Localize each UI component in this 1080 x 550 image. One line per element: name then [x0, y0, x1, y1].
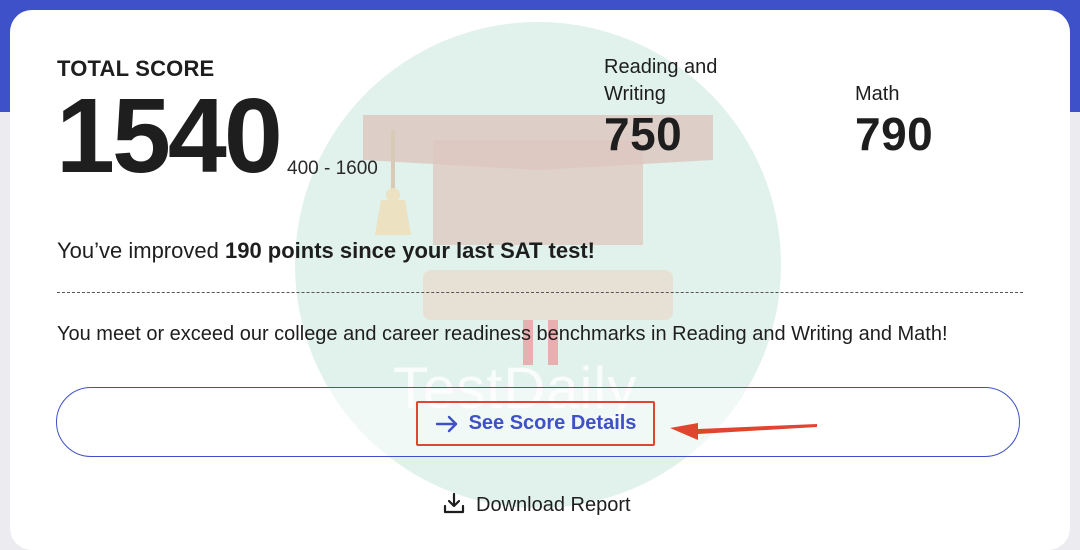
arrow-right-icon — [435, 415, 459, 433]
see-score-details-link[interactable]: See Score Details — [416, 401, 655, 446]
download-icon — [442, 492, 466, 519]
see-score-details-label: See Score Details — [468, 412, 637, 434]
improvement-prefix: You’ve improved — [57, 238, 225, 263]
section-label: Math — [855, 83, 900, 105]
score-card: TestDaily TOTAL SCORE 1540 400 - 1600 Re… — [10, 10, 1070, 550]
score-range: 400 - 1600 — [287, 158, 378, 179]
section-math: Math 790 — [855, 81, 1015, 161]
download-report-label: Download Report — [476, 494, 631, 516]
download-report-button[interactable]: Download Report — [442, 492, 631, 519]
improvement-highlight: 190 points since your last SAT test! — [224, 238, 595, 263]
section-reading-writing: Reading and Writing 750 — [604, 54, 764, 161]
improvement-message: You’ve improved 190 points since your la… — [57, 238, 595, 264]
section-label: Reading and — [604, 56, 718, 78]
divider — [57, 292, 1023, 293]
section-label-line2: Writing — [604, 83, 666, 105]
section-score: 750 — [604, 108, 683, 160]
section-score: 790 — [855, 108, 934, 160]
benchmark-message: You meet or exceed our college and caree… — [57, 323, 948, 345]
total-score-value: 1540 — [56, 77, 283, 195]
